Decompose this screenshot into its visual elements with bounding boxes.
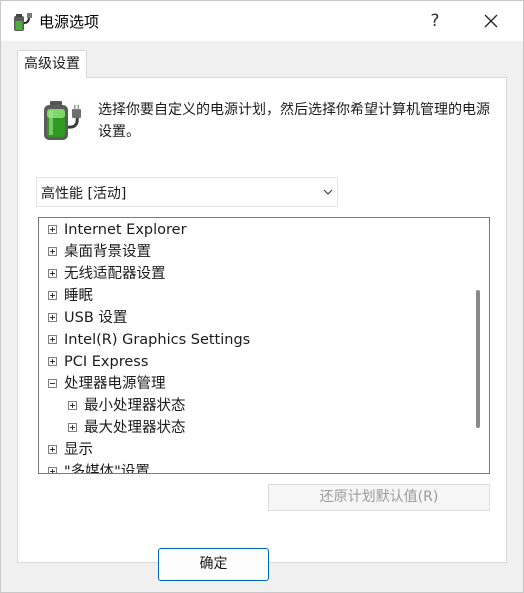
expand-icon[interactable] <box>48 247 57 256</box>
tree-item[interactable]: 显示 <box>39 439 469 461</box>
window-title: 电源选项 <box>39 13 100 31</box>
expand-icon[interactable] <box>68 401 77 410</box>
collapse-icon[interactable] <box>48 379 57 388</box>
tree-item[interactable]: PCI Express <box>39 351 469 373</box>
tree-item-label: 最小处理器状态 <box>84 398 186 414</box>
tree-item[interactable]: 最大处理器状态 <box>39 417 469 439</box>
expand-icon[interactable] <box>48 467 57 473</box>
tree-item[interactable]: 睡眠 <box>39 285 469 307</box>
power-plan-dropdown[interactable]: 高性能 [活动] <box>36 177 338 207</box>
tree-item[interactable]: Internet Explorer <box>39 219 469 241</box>
expand-icon[interactable] <box>48 357 57 366</box>
battery-power-icon <box>44 101 81 140</box>
tree-item[interactable]: 最小处理器状态 <box>39 395 469 417</box>
tree-item-label: "多媒体"设置 <box>64 464 150 474</box>
tree-item-label: 处理器电源管理 <box>64 376 166 392</box>
help-button[interactable]: ? <box>415 5 455 37</box>
tree-item-label: 桌面背景设置 <box>64 244 151 260</box>
tree-scrollbar-thumb[interactable] <box>476 290 480 428</box>
advanced-settings-panel: 选择你要自定义的电源计划，然后选择你希望计算机管理的电源设置。 高性能 [活动]… <box>17 77 507 563</box>
power-options-app-icon <box>14 13 32 31</box>
panel-description: 选择你要自定义的电源计划，然后选择你希望计算机管理的电源设置。 <box>98 102 490 140</box>
expand-icon[interactable] <box>48 269 57 278</box>
expand-icon[interactable] <box>48 335 57 344</box>
tree-item-label: Intel(R) Graphics Settings <box>64 332 251 348</box>
restore-defaults-button[interactable]: 还原计划默认值(R) <box>268 484 490 511</box>
expand-icon[interactable] <box>68 423 77 432</box>
ok-button[interactable]: 确定 <box>158 548 269 581</box>
close-icon <box>484 14 498 28</box>
tree-item[interactable]: Intel(R) Graphics Settings <box>39 329 469 351</box>
tree-item[interactable]: 桌面背景设置 <box>39 241 469 263</box>
chevron-down-icon <box>323 189 333 195</box>
power-settings-tree[interactable]: Internet Explorer 桌面背景设置 无线适配器设置 睡眠 USB 设置 In… <box>38 217 490 474</box>
expand-icon[interactable] <box>48 225 57 234</box>
tree-item-label: 最大处理器状态 <box>84 420 186 436</box>
tree-item[interactable]: USB 设置 <box>39 307 469 329</box>
power-plan-value: 高性能 [活动] <box>41 186 127 202</box>
expand-icon[interactable] <box>48 291 57 300</box>
expand-icon[interactable] <box>48 445 57 454</box>
title-bar: 电源选项 ? <box>1 1 523 41</box>
tree-item-label: 显示 <box>64 442 93 458</box>
tree-item[interactable]: 无线适配器设置 <box>39 263 469 285</box>
tree-item-label: 睡眠 <box>64 288 93 304</box>
tree-item[interactable]: "多媒体"设置 <box>39 461 469 474</box>
expand-icon[interactable] <box>48 313 57 322</box>
tree-item-label: PCI Express <box>64 354 149 370</box>
tree-item-label: USB 设置 <box>64 310 128 326</box>
tree-item-label: 无线适配器设置 <box>64 266 166 282</box>
tab-advanced-settings[interactable]: 高级设置 <box>17 50 87 78</box>
tree-item-label: Internet Explorer <box>64 222 187 238</box>
dialog-client-area: 高级设置 选择你要自定义的电源计划，然后选择你希望计算机管理的电源设置。 高性能… <box>1 41 523 592</box>
close-button[interactable] <box>471 5 511 37</box>
tree-item[interactable]: 处理器电源管理 <box>39 373 469 395</box>
power-options-dialog: 电源选项 ? 高级设置 选择你要自定义的电源计划，然后选择你希望计算机管理的电源… <box>0 0 524 593</box>
